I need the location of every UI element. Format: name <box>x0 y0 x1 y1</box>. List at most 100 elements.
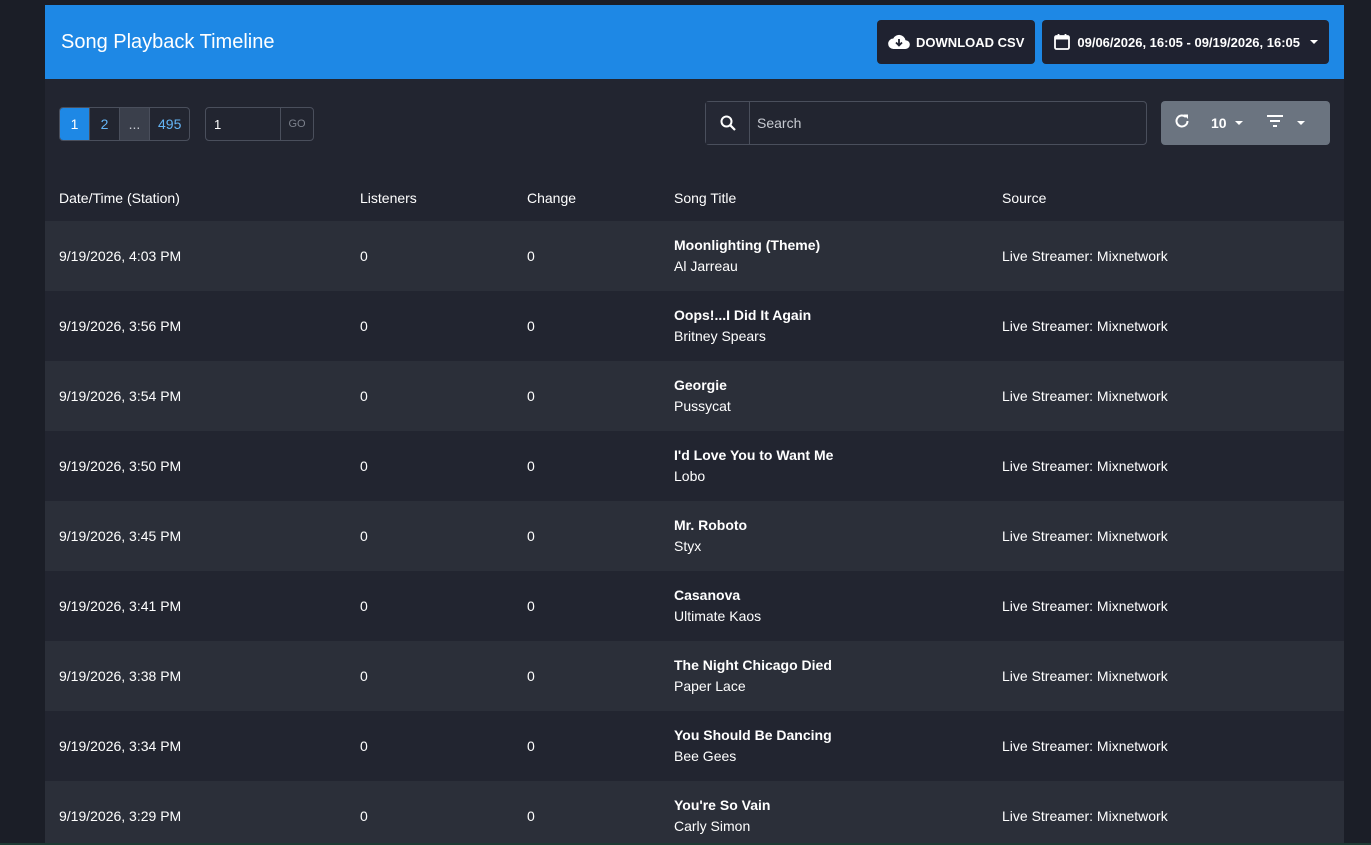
song-artist: Al Jarreau <box>674 258 738 274</box>
cell-source: Live Streamer: Mixnetwork <box>1002 458 1168 474</box>
cell-datetime: 9/19/2026, 3:54 PM <box>59 388 182 404</box>
table-row: 9/19/2026, 3:34 PM 0 0 You Should Be Dan… <box>45 711 1344 781</box>
song-title: Mr. Roboto <box>674 517 748 533</box>
cell-listeners: 0 <box>360 388 368 404</box>
cell-datetime: 9/19/2026, 3:41 PM <box>59 598 182 614</box>
song-title: Casanova <box>674 587 741 603</box>
cell-listeners: 0 <box>360 808 368 824</box>
cell-listeners: 0 <box>360 318 368 334</box>
refresh-button[interactable] <box>1161 101 1199 145</box>
column-header-change[interactable]: Change <box>513 174 660 221</box>
cell-source: Live Streamer: Mixnetwork <box>1002 248 1168 264</box>
song-artist: Lobo <box>674 468 706 484</box>
table-row: 9/19/2026, 3:41 PM 0 0 Casanova Ultimate … <box>45 571 1344 641</box>
chevron-down-icon <box>1234 121 1243 125</box>
chevron-down-icon <box>1296 121 1305 125</box>
song-artist: Styx <box>674 538 702 554</box>
cell-source: Live Streamer: Mixnetwork <box>1002 598 1168 614</box>
cell-datetime: 9/19/2026, 3:56 PM <box>59 318 182 334</box>
song-title: The Night Chicago Died <box>674 657 832 673</box>
cell-listeners: 0 <box>360 528 368 544</box>
cell-source: Live Streamer: Mixnetwork <box>1002 318 1168 334</box>
cell-datetime: 9/19/2026, 3:34 PM <box>59 738 182 754</box>
cell-change: 0 <box>527 738 535 754</box>
cell-source: Live Streamer: Mixnetwork <box>1002 808 1168 824</box>
date-range-button[interactable]: 09/06/2026, 16:05 - 09/19/2026, 16:05 <box>1042 20 1329 64</box>
cell-datetime: 9/19/2026, 4:03 PM <box>59 248 182 264</box>
goto-page-input[interactable] <box>206 108 281 140</box>
cell-source: Live Streamer: Mixnetwork <box>1002 528 1168 544</box>
song-title: Moonlighting (Theme) <box>674 237 821 253</box>
cell-song: You're So Vain Carly Simon <box>660 781 988 845</box>
page-ellipsis[interactable]: ... <box>120 108 150 140</box>
cell-change: 0 <box>527 458 535 474</box>
cell-change: 0 <box>527 668 535 684</box>
table-toolbar: 1 2 ... 495 GO <box>45 79 1344 174</box>
page-button-1[interactable]: 1 <box>60 108 90 140</box>
timeline-table: Date/Time (Station) Listeners Change Son… <box>45 174 1344 845</box>
cell-change: 0 <box>527 318 535 334</box>
cell-source: Live Streamer: Mixnetwork <box>1002 738 1168 754</box>
cell-song: Casanova Ultimate Kaos <box>660 571 988 641</box>
column-header-listeners[interactable]: Listeners <box>346 174 513 221</box>
cell-song: Oops!...I Did It Again Britney Spears <box>660 291 988 361</box>
cell-change: 0 <box>527 808 535 824</box>
cell-listeners: 0 <box>360 668 368 684</box>
cell-source: Live Streamer: Mixnetwork <box>1002 668 1168 684</box>
download-csv-button[interactable]: DOWNLOAD CSV <box>877 20 1036 64</box>
cell-listeners: 0 <box>360 458 368 474</box>
cell-listeners: 0 <box>360 598 368 614</box>
header-actions: DOWNLOAD CSV 09/06/2026, 16:05 - 09/19/2… <box>877 20 1329 64</box>
table-row: 9/19/2026, 3:45 PM 0 0 Mr. Roboto Styx Li… <box>45 501 1344 571</box>
cell-datetime: 9/19/2026, 3:45 PM <box>59 528 182 544</box>
timeline-card: Song Playback Timeline DOWNLOAD CSV 09/0… <box>45 5 1344 845</box>
date-range-label: 09/06/2026, 16:05 - 09/19/2026, 16:05 <box>1077 34 1300 50</box>
cell-source: Live Streamer: Mixnetwork <box>1002 388 1168 404</box>
cell-song: The Night Chicago Died Paper Lace <box>660 641 988 711</box>
page-button-last[interactable]: 495 <box>150 108 189 140</box>
cell-change: 0 <box>527 598 535 614</box>
song-title: You're So Vain <box>674 797 771 813</box>
song-artist: Paper Lace <box>674 678 746 694</box>
go-button[interactable]: GO <box>281 108 313 140</box>
table-header-row: Date/Time (Station) Listeners Change Son… <box>45 174 1344 221</box>
page-button-2[interactable]: 2 <box>90 108 120 140</box>
cell-change: 0 <box>527 528 535 544</box>
table-tools: 10 <box>1161 101 1330 145</box>
table-row: 9/19/2026, 3:56 PM 0 0 Oops!...I Did It … <box>45 291 1344 361</box>
table-row: 9/19/2026, 4:03 PM 0 0 Moonlighting (The… <box>45 221 1344 291</box>
search-icon[interactable] <box>706 102 750 144</box>
cell-song: You Should Be Dancing Bee Gees <box>660 711 988 781</box>
cell-listeners: 0 <box>360 248 368 264</box>
song-artist: Britney Spears <box>674 328 766 344</box>
goto-page: GO <box>205 107 314 141</box>
cell-song: I'd Love You to Want Me Lobo <box>660 431 988 501</box>
column-header-song-title[interactable]: Song Title <box>660 174 988 221</box>
song-artist: Bee Gees <box>674 748 737 764</box>
cell-listeners: 0 <box>360 738 368 754</box>
song-title: Georgie <box>674 377 727 393</box>
search-input[interactable] <box>750 102 1146 144</box>
cell-datetime: 9/19/2026, 3:38 PM <box>59 668 182 684</box>
card-header: Song Playback Timeline DOWNLOAD CSV 09/0… <box>45 5 1344 79</box>
table-row: 9/19/2026, 3:50 PM 0 0 I'd Love You to W… <box>45 431 1344 501</box>
search-box <box>705 101 1147 145</box>
page-title: Song Playback Timeline <box>61 30 275 53</box>
song-title: Oops!...I Did It Again <box>674 307 812 323</box>
cell-change: 0 <box>527 248 535 264</box>
cell-datetime: 9/19/2026, 3:29 PM <box>59 808 182 824</box>
per-page-dropdown[interactable]: 10 <box>1199 101 1253 145</box>
table-body: 9/19/2026, 4:03 PM 0 0 Moonlighting (The… <box>45 221 1344 845</box>
cloud-download-icon <box>888 34 910 50</box>
cell-change: 0 <box>527 388 535 404</box>
song-title: You Should Be Dancing <box>674 727 832 743</box>
cell-song: Georgie Pussycat <box>660 361 988 431</box>
column-header-datetime[interactable]: Date/Time (Station) <box>45 174 346 221</box>
song-title: I'd Love You to Want Me <box>674 447 834 463</box>
column-filter-dropdown[interactable] <box>1253 101 1311 145</box>
cell-song: Mr. Roboto Styx <box>660 501 988 571</box>
refresh-icon <box>1173 112 1191 135</box>
per-page-value: 10 <box>1211 115 1227 131</box>
column-header-source[interactable]: Source <box>988 174 1344 221</box>
song-artist: Carly Simon <box>674 818 751 834</box>
